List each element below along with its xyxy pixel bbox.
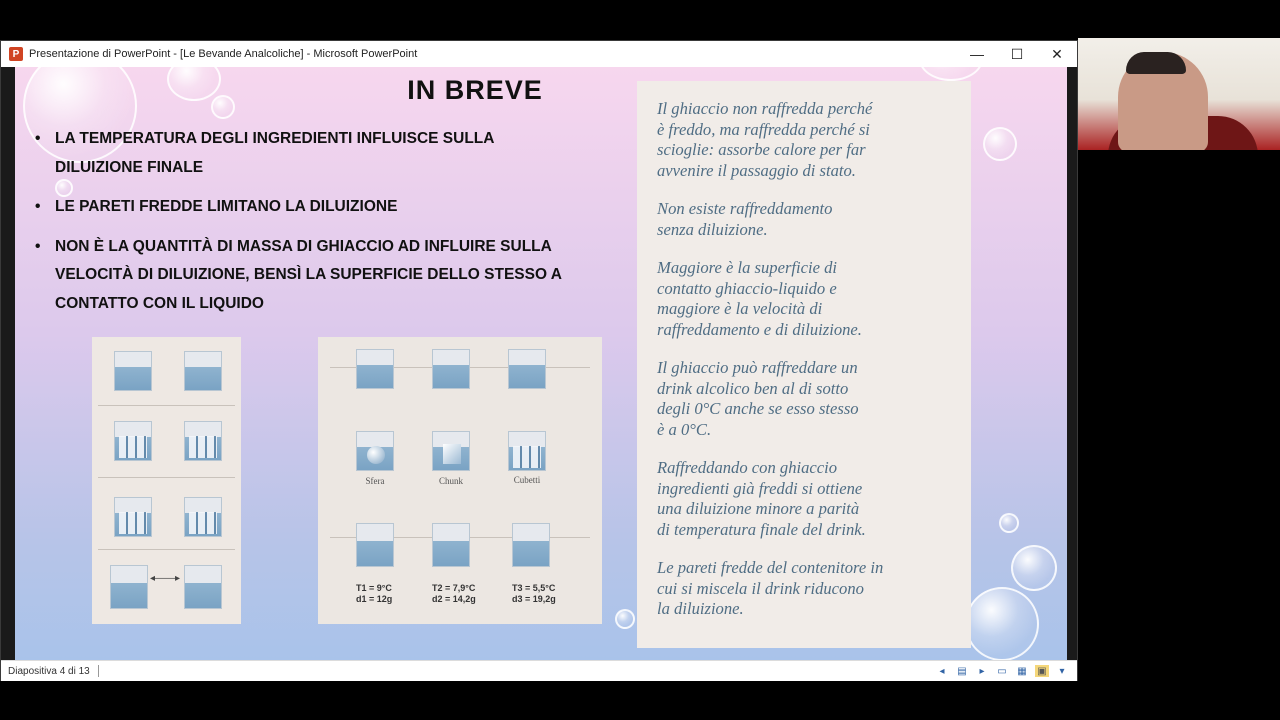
close-button[interactable]: ✕ — [1037, 41, 1077, 67]
bubble-decoration — [211, 95, 235, 119]
bubble-decoration — [615, 609, 635, 629]
bubble-decoration — [999, 513, 1019, 533]
glass-with-ice-image — [184, 421, 222, 461]
maximize-button[interactable]: ☐ — [997, 41, 1037, 67]
webcam-overlay — [1078, 38, 1280, 150]
glass-with-chunk-image — [432, 431, 470, 471]
slide-area: IN BREVE LA TEMPERATURA DEGLI INGREDIENT… — [1, 67, 1077, 660]
bubble-decoration — [1011, 545, 1057, 591]
status-divider — [97, 665, 99, 677]
title-bar: P Presentazione di PowerPoint - [Le Beva… — [1, 41, 1077, 67]
ice-dilution-figure-left: ◂——▸ — [92, 337, 241, 624]
status-bar: Diapositiva 4 di 13 ◂ ▤ ▸ ▭ ▦ ▣ ▾ — [1, 660, 1077, 681]
powerpoint-window: P Presentazione di PowerPoint - [Le Beva… — [0, 40, 1078, 681]
glass-with-cubes-image — [508, 431, 546, 471]
panel-paragraph: Maggiore è la superficie di contatto ghi… — [657, 258, 862, 339]
glass-image — [356, 523, 394, 567]
bubble-decoration — [983, 127, 1017, 161]
temperature-label: T2 = 7,9°C d2 = 14,2g — [432, 583, 476, 604]
powerpoint-app-icon[interactable]: P — [9, 47, 23, 61]
glass-with-spoon-image — [114, 497, 152, 537]
glass-image — [356, 349, 394, 389]
slideshow-icon[interactable]: ▾ — [1055, 665, 1069, 677]
panel-paragraph: Il ghiaccio può raffreddare un drink alc… — [657, 358, 859, 439]
figure-label: Sfera — [365, 476, 385, 486]
webcam-person-hair — [1126, 52, 1186, 74]
bullet-item: NON È LA QUANTITÀ DI MASSA DI GHIACCIO A… — [35, 233, 575, 319]
window-title: Presentazione di PowerPoint - [Le Bevand… — [29, 48, 418, 60]
bullet-item: LE PARETI FREDDE LIMITANO LA DILUIZIONE — [35, 193, 575, 222]
glass-with-ice-image — [114, 421, 152, 461]
bubble-decoration — [965, 587, 1039, 660]
glass-image — [432, 349, 470, 389]
prev-slide-icon[interactable]: ◂ — [935, 665, 949, 677]
minimize-button[interactable]: — — [957, 41, 997, 67]
bullet-item: LA TEMPERATURA DEGLI INGREDIENTI INFLUIS… — [35, 125, 575, 182]
next-slide-icon[interactable]: ▸ — [975, 665, 989, 677]
temperature-label: T1 = 9°C d1 = 12g — [356, 583, 393, 604]
notes-icon[interactable]: ▤ — [955, 665, 969, 677]
view-controls: ◂ ▤ ▸ ▭ ▦ ▣ ▾ — [935, 661, 1069, 681]
glass-with-sphere-image — [356, 431, 394, 471]
glass-with-spoon-image — [184, 497, 222, 537]
glass-image — [432, 523, 470, 567]
slide-title: IN BREVE — [407, 75, 543, 105]
slide[interactable]: IN BREVE LA TEMPERATURA DEGLI INGREDIENT… — [15, 67, 1067, 660]
sorter-view-icon[interactable]: ▦ — [1015, 665, 1029, 677]
panel-paragraph: Raffreddando con ghiaccio ingredienti gi… — [657, 458, 866, 539]
figure-label: Cubetti — [513, 475, 541, 485]
summary-text-panel: Il ghiaccio non raffredda perché è fredd… — [637, 81, 971, 648]
reading-view-icon[interactable]: ▣ — [1035, 665, 1049, 677]
glass-image — [184, 565, 222, 609]
double-arrow-icon: ◂——▸ — [150, 573, 181, 584]
panel-paragraph: Le pareti fredde del contenitore in cui … — [657, 558, 884, 618]
glass-image — [508, 349, 546, 389]
slide-counter: Diapositiva 4 di 13 — [8, 665, 90, 677]
normal-view-icon[interactable]: ▭ — [995, 665, 1009, 677]
glass-image — [110, 565, 148, 609]
panel-paragraph: Non esiste raffreddamento senza diluizio… — [657, 199, 833, 239]
window-controls: — ☐ ✕ — [957, 41, 1077, 67]
glass-image — [512, 523, 550, 567]
glass-image — [184, 351, 222, 391]
bubble-decoration — [167, 67, 221, 101]
panel-paragraph: Il ghiaccio non raffredda perché è fredd… — [657, 99, 873, 180]
temperature-label: T3 = 5,5°C d3 = 19,2g — [512, 583, 556, 604]
glass-image — [114, 351, 152, 391]
figure-label: Chunk — [438, 476, 463, 486]
ice-shape-figure: Sfera Chunk Cubetti T1 = 9°C d1 = 12g T2 … — [318, 337, 602, 624]
bullet-list: LA TEMPERATURA DEGLI INGREDIENTI INFLUIS… — [35, 125, 575, 329]
bubble-decoration — [919, 67, 983, 81]
